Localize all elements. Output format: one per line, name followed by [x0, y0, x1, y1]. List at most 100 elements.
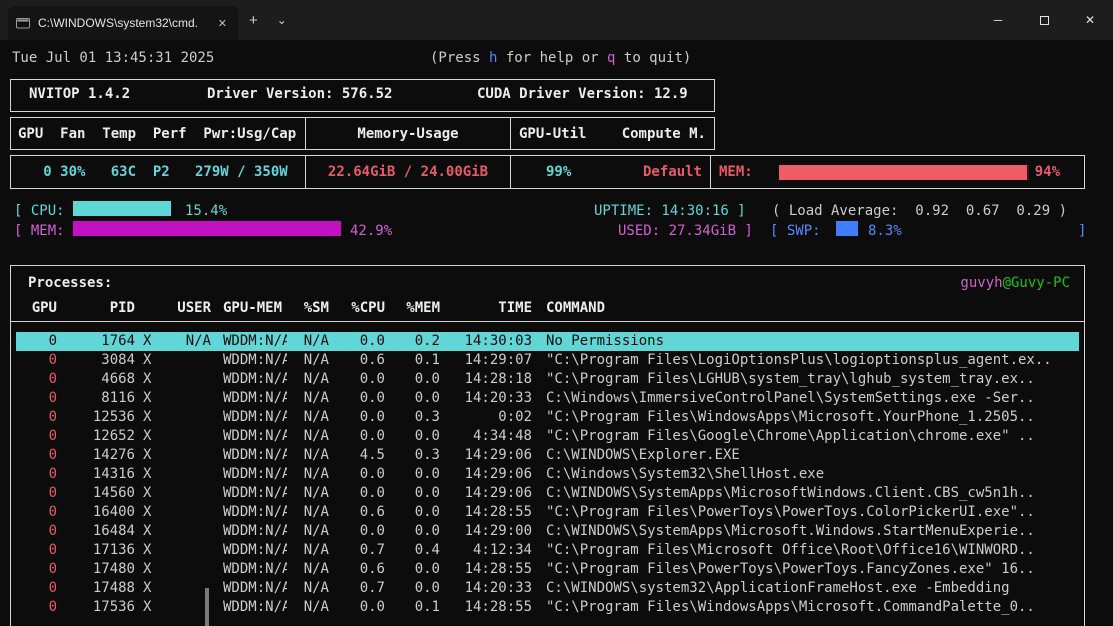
process-row[interactable]: 0 14316 X WDDM:N/A N/A 0.0 0.0 14:29:06 …	[16, 465, 1079, 484]
col-header-time: TIME	[498, 300, 532, 316]
cell-command: C:\WINDOWS\system32\ApplicationFrameHost…	[546, 580, 1010, 596]
mem-bar-fill	[73, 221, 342, 236]
col-header-mem: %MEM	[406, 300, 440, 316]
cell-type: X	[143, 428, 152, 444]
cell-pid: 3084	[101, 352, 135, 368]
cell-cpu: 0.0	[359, 390, 385, 406]
mem-line: [ MEM: 42.9% USED: 27.34GiB ] [ SWP: 8.3…	[0, 221, 1113, 241]
col-header-command: COMMAND	[546, 300, 606, 316]
process-rows: 0 1764 X N/A WDDM:N/A N/A 0.0 0.2 14:30:…	[11, 332, 1084, 617]
process-row[interactable]: 0 16400 X WDDM:N/A N/A 0.6 0.0 14:28:55 …	[16, 503, 1079, 522]
mem-used-text: USED: 27.34GiB ]	[618, 223, 753, 239]
util-compute-header: GPU-Util Compute M.	[511, 118, 714, 149]
cell-gpu: 0	[48, 599, 57, 615]
cell-pid: 16400	[92, 504, 135, 520]
username-text: guvyh	[960, 275, 1003, 291]
cell-type: X	[143, 599, 152, 615]
cell-pid: 14316	[92, 466, 135, 482]
col-header-cpu: %CPU	[351, 300, 385, 316]
process-row[interactable]: 0 4668 X WDDM:N/A N/A 0.0 0.0 14:28:18 "…	[16, 370, 1079, 389]
cmd-icon	[16, 18, 30, 29]
mem-gauge-percent: 94%	[1034, 164, 1061, 180]
cell-command: C:\WINDOWS\SystemApps\Microsoft.Windows.…	[546, 523, 1035, 539]
mem-percent: 42.9%	[350, 223, 393, 239]
cell-cpu: 0.0	[359, 599, 385, 615]
cell-type: X	[143, 333, 152, 349]
cell-pid: 17488	[92, 580, 135, 596]
process-row[interactable]: 0 12652 X WDDM:N/A N/A 0.0 0.0 4:34:48 "…	[16, 427, 1079, 446]
cell-cpu: 0.0	[359, 466, 385, 482]
help-hint: (Press h for help or q to quit)	[430, 49, 691, 68]
uptime-text: UPTIME: 14:30:16 ]	[594, 203, 746, 219]
cell-sm: N/A	[303, 580, 329, 596]
cell-gpu-mem: WDDM:N/A	[223, 466, 287, 482]
cell-user	[161, 370, 211, 389]
cell-time: 14:29:06	[464, 447, 532, 463]
cell-mem: 0.0	[414, 428, 440, 444]
cell-type: X	[143, 485, 152, 501]
gpu-util-compute-values: 99% Default	[511, 156, 711, 188]
tab-dropdown-icon[interactable]: ⌄	[269, 13, 295, 27]
new-tab-button[interactable]: +	[238, 12, 269, 29]
cpu-label: [ CPU:	[14, 203, 65, 219]
cell-mem: 0.0	[414, 523, 440, 539]
titlebar[interactable]: C:\WINDOWS\system32\cmd. ✕ + ⌄ ─ ✕	[0, 0, 1113, 40]
cell-gpu: 0	[48, 333, 57, 349]
cell-gpu: 0	[48, 523, 57, 539]
cell-user	[161, 541, 211, 560]
cell-pid: 16484	[92, 523, 135, 539]
minimize-button[interactable]: ─	[975, 0, 1021, 40]
gpu-mem-gauge: MEM: 94%	[711, 156, 1084, 188]
cell-type: X	[143, 542, 152, 558]
swap-bracket-close: ]	[1078, 223, 1087, 239]
process-row[interactable]: 0 1764 X N/A WDDM:N/A N/A 0.0 0.2 14:30:…	[16, 332, 1079, 351]
cell-user	[161, 484, 211, 503]
cell-time: 14:28:55	[464, 561, 532, 577]
cell-mem: 0.0	[414, 390, 440, 406]
process-row[interactable]: 0 14276 X WDDM:N/A N/A 4.5 0.3 14:29:06 …	[16, 446, 1079, 465]
cell-sm: N/A	[303, 409, 329, 425]
close-button[interactable]: ✕	[1067, 0, 1113, 40]
tab-close-icon[interactable]: ✕	[215, 17, 230, 30]
process-row[interactable]: 0 12536 X WDDM:N/A N/A 0.0 0.3 0:02 "C:\…	[16, 408, 1079, 427]
cell-gpu: 0	[48, 428, 57, 444]
process-row[interactable]: 0 8116 X WDDM:N/A N/A 0.0 0.0 14:20:33 C…	[16, 389, 1079, 408]
process-row[interactable]: 0 17136 X WDDM:N/A N/A 0.7 0.4 4:12:34 "…	[16, 541, 1079, 560]
cell-cpu: 0.0	[359, 523, 385, 539]
cell-command: "C:\Program Files\PowerToys\PowerToys.Co…	[546, 504, 1035, 520]
cell-sm: N/A	[303, 428, 329, 444]
cell-sm: N/A	[303, 504, 329, 520]
cell-mem: 0.0	[414, 504, 440, 520]
process-row[interactable]: 0 3084 X WDDM:N/A N/A 0.6 0.1 14:29:07 "…	[16, 351, 1079, 370]
cell-pid: 14560	[92, 485, 135, 501]
cell-gpu: 0	[48, 352, 57, 368]
cell-sm: N/A	[303, 523, 329, 539]
cell-time: 14:28:55	[464, 504, 532, 520]
cell-cpu: 0.6	[359, 561, 385, 577]
process-row[interactable]: 0 16484 X WDDM:N/A N/A 0.0 0.0 14:29:00 …	[16, 522, 1079, 541]
cell-gpu: 0	[48, 371, 57, 387]
terminal-tab[interactable]: C:\WINDOWS\system32\cmd. ✕	[8, 6, 238, 40]
mem-label: [ MEM:	[14, 223, 65, 239]
process-row[interactable]: 0 14560 X WDDM:N/A N/A 0.0 0.0 14:29:06 …	[16, 484, 1079, 503]
cell-command: "C:\Program Files\Google\Chrome\Applicat…	[546, 428, 1035, 444]
maximize-button[interactable]	[1021, 0, 1067, 40]
cell-type: X	[143, 390, 152, 406]
cell-user	[161, 560, 211, 579]
cell-command: C:\WINDOWS\SystemApps\MicrosoftWindows.C…	[546, 485, 1035, 501]
cell-gpu: 0	[48, 580, 57, 596]
scrollbar-thumb[interactable]	[205, 588, 209, 626]
process-row[interactable]: 0 17480 X WDDM:N/A N/A 0.6 0.0 14:28:55 …	[16, 560, 1079, 579]
cell-sm: N/A	[303, 542, 329, 558]
help-pre: (Press	[430, 50, 490, 66]
cell-mem: 0.1	[414, 599, 440, 615]
cell-command: "C:\Program Files\WindowsApps\Microsoft.…	[546, 409, 1035, 425]
process-row[interactable]: 0 17536 X WDDM:N/A N/A 0.0 0.1 14:28:55 …	[16, 598, 1079, 617]
cell-time: 4:12:34	[472, 542, 532, 558]
process-row[interactable]: 0 17488 X WDDM:N/A N/A 0.7 0.0 14:20:33 …	[16, 579, 1079, 598]
cell-user	[161, 446, 211, 465]
nvitop-version: NVITOP 1.4.2	[29, 86, 131, 102]
cell-user	[161, 465, 211, 484]
cell-gpu-mem: WDDM:N/A	[223, 390, 287, 406]
cell-pid: 14276	[92, 447, 135, 463]
